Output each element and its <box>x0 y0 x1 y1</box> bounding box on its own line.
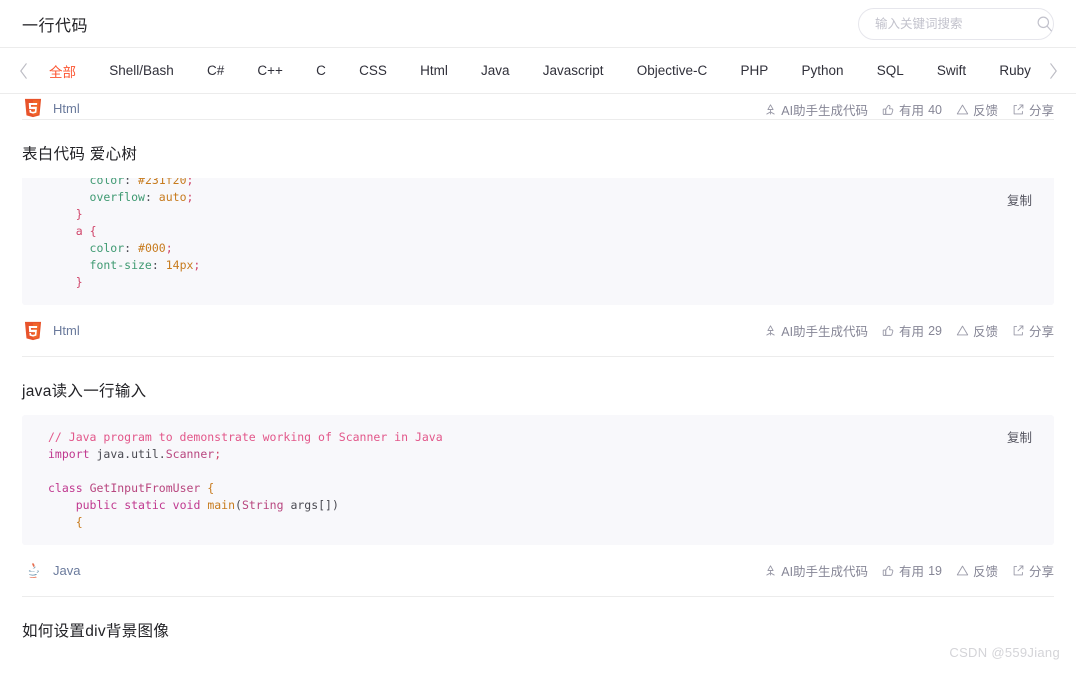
thumbs-up-icon <box>882 325 894 336</box>
java-icon <box>22 560 44 582</box>
tab-objective-c[interactable]: Objective-C <box>636 61 709 80</box>
snippet-card-love-tree: 表白代码 爱心树 color: #231f20; overflow: auto;… <box>0 120 1076 357</box>
useful-action[interactable]: 有用 40 <box>882 100 942 119</box>
feedback-action[interactable]: 反馈 <box>956 561 998 580</box>
tab-css[interactable]: CSS <box>358 61 388 80</box>
useful-action[interactable]: 有用 29 <box>882 321 942 340</box>
share-icon <box>1013 325 1024 336</box>
card-actions: AI助手生成代码 有用 40 反馈 分享 <box>764 100 1054 119</box>
code-content: color: #231f20; overflow: auto; } a { co… <box>48 178 201 289</box>
language-tag-java: Java <box>22 560 80 582</box>
page-header: 一行代码 <box>0 0 1076 48</box>
ai-assistant-icon <box>766 325 775 336</box>
useful-label: 有用 <box>899 565 925 579</box>
feedback-label: 反馈 <box>972 565 998 579</box>
language-tag-html: Html <box>22 97 80 119</box>
feedback-label: 反馈 <box>972 104 998 118</box>
warning-triangle-icon <box>956 325 969 336</box>
feedback-action[interactable]: 反馈 <box>956 321 998 340</box>
ai-assistant-action[interactable]: AI助手生成代码 <box>764 100 868 119</box>
tab-sql[interactable]: SQL <box>876 61 905 80</box>
useful-count: 19 <box>928 563 942 578</box>
feedback-label: 反馈 <box>972 325 998 339</box>
tab-list: 全部 Shell/Bash C# C++ C CSS Html Java Jav… <box>36 59 1040 83</box>
tab-python[interactable]: Python <box>800 61 844 80</box>
ai-assistant-icon <box>766 565 775 576</box>
ai-assistant-action[interactable]: AI助手生成代码 <box>764 321 868 340</box>
html5-icon <box>22 320 44 342</box>
search-icon[interactable] <box>1036 15 1053 32</box>
card-footer: Html AI助手生成代码 <box>22 305 1054 357</box>
code-content: // Java program to demonstrate working o… <box>48 430 443 529</box>
share-label: 分享 <box>1028 565 1054 579</box>
warning-triangle-icon <box>956 565 969 576</box>
snippet-card-clipped: Html AI助手生成代码 有用 40 反馈 分享 <box>0 94 1076 120</box>
copy-button[interactable]: 复制 <box>1007 427 1032 446</box>
thumbs-up-icon <box>882 565 894 576</box>
ai-assistant-label: AI助手生成代码 <box>781 104 869 118</box>
tab-csharp[interactable]: C# <box>206 61 225 80</box>
card-footer: Html AI助手生成代码 <box>22 94 1054 120</box>
copy-button[interactable]: 复制 <box>1007 190 1032 209</box>
page-title: 一行代码 <box>22 17 89 35</box>
useful-label: 有用 <box>899 325 925 339</box>
chevron-left-icon[interactable] <box>10 51 36 91</box>
tab-ruby[interactable]: Ruby <box>998 61 1032 80</box>
language-tag-html: Html <box>22 320 80 342</box>
language-label: Java <box>53 563 81 578</box>
snippet-list: Html AI助手生成代码 有用 40 反馈 分享 表白代码 爱心树 color… <box>0 94 1076 655</box>
code-block: // Java program to demonstrate working o… <box>22 415 1054 545</box>
thumbs-up-icon <box>882 104 894 115</box>
snippet-title[interactable]: java读入一行输入 <box>22 357 1054 415</box>
tab-all[interactable]: 全部 <box>48 59 77 83</box>
search-box[interactable] <box>858 7 1054 40</box>
search-input[interactable] <box>875 16 1036 31</box>
useful-label: 有用 <box>899 104 925 118</box>
tab-java[interactable]: Java <box>480 61 511 80</box>
language-label: Html <box>53 323 80 338</box>
ai-assistant-action[interactable]: AI助手生成代码 <box>764 561 868 580</box>
html5-icon <box>22 97 44 119</box>
card-actions: AI助手生成代码 有用 19 反馈 分享 <box>764 561 1054 580</box>
card-actions: AI助手生成代码 有用 29 反馈 分享 <box>764 321 1054 340</box>
tab-swift[interactable]: Swift <box>936 61 967 80</box>
code-snippet-page: 一行代码 全部 Shell/Bash C# C++ C CSS Html <box>0 0 1076 674</box>
tab-html[interactable]: Html <box>419 61 449 80</box>
ai-assistant-label: AI助手生成代码 <box>781 325 869 339</box>
watermark: CSDN @559Jiang <box>949 645 1060 660</box>
language-label: Html <box>53 100 80 116</box>
useful-count: 40 <box>928 102 942 117</box>
feedback-action[interactable]: 反馈 <box>956 100 998 119</box>
code-block: color: #231f20; overflow: auto; } a { co… <box>22 178 1054 305</box>
share-label: 分享 <box>1028 104 1054 118</box>
tab-javascript[interactable]: Javascript <box>542 61 605 80</box>
snippet-card-java-readline: java读入一行输入 // Java program to demonstrat… <box>0 357 1076 597</box>
share-action[interactable]: 分享 <box>1012 321 1054 340</box>
tab-cpp[interactable]: C++ <box>256 61 284 80</box>
share-icon <box>1013 104 1024 115</box>
share-action[interactable]: 分享 <box>1012 100 1054 119</box>
snippet-title[interactable]: 如何设置div背景图像 <box>22 597 1054 655</box>
useful-action[interactable]: 有用 19 <box>882 561 942 580</box>
share-action[interactable]: 分享 <box>1012 561 1054 580</box>
chevron-right-icon[interactable] <box>1040 51 1066 91</box>
tab-shell-bash[interactable]: Shell/Bash <box>108 61 175 80</box>
share-label: 分享 <box>1028 325 1054 339</box>
language-tab-nav: 全部 Shell/Bash C# C++ C CSS Html Java Jav… <box>0 48 1076 94</box>
ai-assistant-icon <box>766 104 775 115</box>
snippet-title[interactable]: 表白代码 爱心树 <box>22 120 1054 178</box>
ai-assistant-label: AI助手生成代码 <box>781 565 869 579</box>
useful-count: 29 <box>928 323 942 338</box>
snippet-card-div-background: 如何设置div背景图像 <box>0 597 1076 655</box>
card-footer: Java AI助手生成代码 有用 19 反馈 分享 <box>22 545 1054 597</box>
share-icon <box>1013 565 1024 576</box>
warning-triangle-icon <box>956 104 969 115</box>
tab-php[interactable]: PHP <box>739 61 769 80</box>
tab-c[interactable]: C <box>315 61 327 80</box>
